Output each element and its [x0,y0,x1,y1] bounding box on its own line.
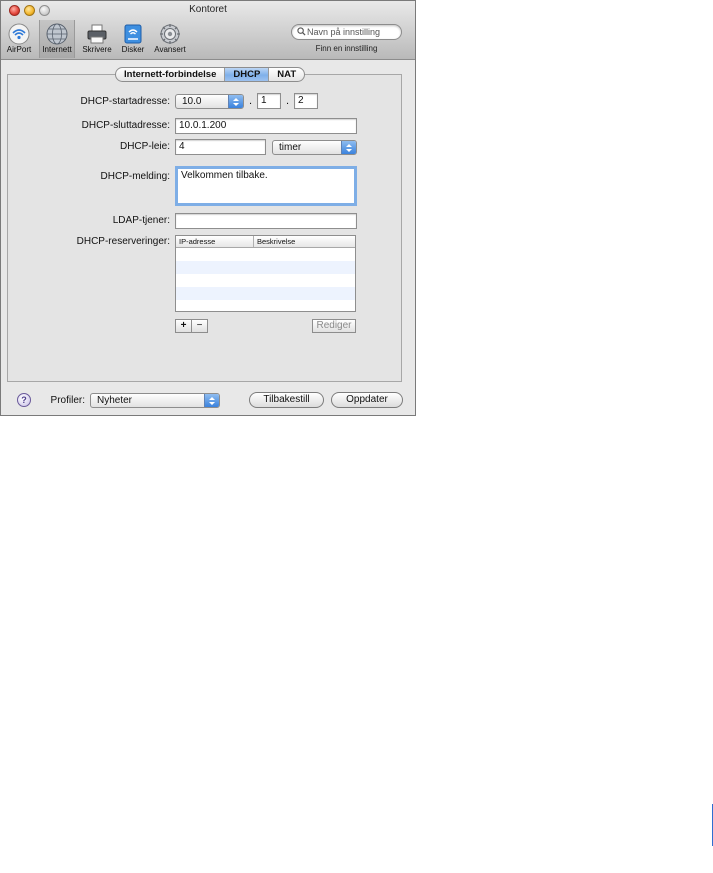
update-button[interactable]: Oppdater [331,392,403,408]
title-bar: Kontoret AirPort Internett Skrivere Disk… [1,1,415,60]
dhcp-start-prefix-popup[interactable]: 10.0 [175,94,244,109]
globe-icon [46,23,68,45]
dhcp-message-textarea[interactable]: Velkommen tilbake. [175,166,357,206]
reset-button[interactable]: Tilbakestill [249,392,324,408]
dhcp-start-octet4-field[interactable]: 2 [294,93,318,109]
profiles-popup[interactable]: Nyheter [90,393,220,408]
table-row [176,248,355,261]
tab-dhcp[interactable]: DHCP [225,68,270,81]
column-header-ip[interactable]: IP-adresse [176,236,254,247]
dhcp-lease-unit-value: timer [279,142,302,153]
toolbar-item-disker[interactable]: Disker [116,20,150,58]
dhcp-lease-unit-popup[interactable]: timer [272,140,357,155]
dhcp-end-field[interactable]: 10.0.1.200 [175,118,357,134]
reservations-table[interactable]: IP-adresse Beskrivelse [175,235,356,312]
profiles-value: Nyheter [97,395,133,406]
toolbar-label-airport: AirPort [6,45,32,54]
dhcp-lease-label: DHCP-leie: [119,141,170,152]
column-header-description[interactable]: Beskrivelse [254,236,295,247]
toolbar-item-internett[interactable]: Internett [39,20,75,58]
profiles-label: Profiler: [50,395,85,406]
window-title: Kontoret [189,4,227,15]
remove-reservation-button[interactable]: − [191,319,208,333]
search-input[interactable] [307,25,397,39]
add-reservation-button[interactable]: + [175,319,192,333]
toolbar-item-avansert[interactable]: Avansert [153,20,187,58]
toolbar-label-disker: Disker [121,45,145,54]
table-row [176,261,355,274]
popup-arrows-icon [204,394,219,407]
search-field[interactable] [291,24,402,40]
dhcp-lease-field[interactable]: 4 [175,139,266,155]
airport-icon [8,23,30,45]
popup-arrows-icon [341,141,356,154]
table-row [176,287,355,300]
printer-icon [87,24,107,44]
tab-internett-forbindelse[interactable]: Internett-forbindelse [116,68,226,81]
toolbar-label-avansert: Avansert [154,45,186,54]
table-row [176,300,355,311]
toolbar-item-skrivere[interactable]: Skrivere [80,20,114,58]
ldap-field[interactable] [175,213,357,229]
tab-bar: Internett-forbindelse DHCP NAT [115,67,306,82]
toolbar-item-airport[interactable]: AirPort [2,20,36,58]
toolbar-label-skrivere: Skrivere [82,45,112,54]
dhcp-start-octet3-field[interactable]: 1 [257,93,281,109]
gear-icon [160,24,180,44]
toolbar-label-internett: Internett [42,45,72,54]
dot-separator: . [286,95,290,107]
table-header: IP-adresse Beskrivelse [176,236,355,248]
edit-reservation-button[interactable]: Rediger [312,319,356,333]
search-icon [297,27,306,36]
ldap-label: LDAP-tjener: [112,215,170,226]
dhcp-end-label: DHCP-sluttadresse: [81,120,170,131]
dot-separator: . [249,95,253,107]
popup-arrows-icon [228,95,243,108]
search-caption: Finn en innstilling [315,44,378,53]
airport-utility-window: Kontoret AirPort Internett Skrivere Disk… [0,0,416,416]
dhcp-start-label: DHCP-startadresse: [80,96,170,107]
table-row [176,274,355,287]
tab-nat[interactable]: NAT [269,68,304,81]
dhcp-message-label: DHCP-melding: [100,171,170,182]
disk-icon [124,24,142,44]
dhcp-start-prefix-value: 10.0 [182,96,202,107]
dhcp-reservations-label: DHCP-reserveringer: [76,236,170,247]
